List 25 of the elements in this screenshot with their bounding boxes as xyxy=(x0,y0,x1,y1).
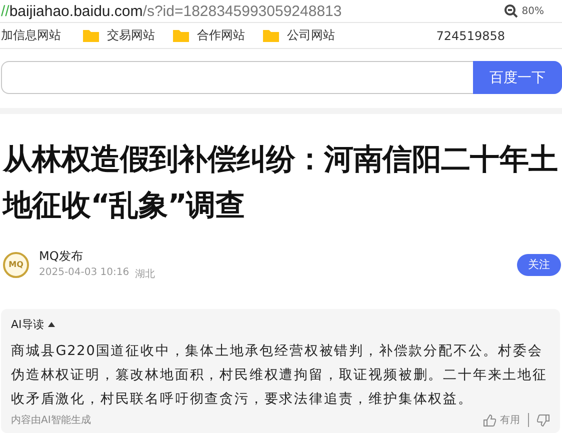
search-button[interactable]: 百度一下 xyxy=(473,61,562,94)
follow-button[interactable]: 关注 xyxy=(517,254,561,276)
publish-date: 2025-04-03 10:16 xyxy=(39,267,130,280)
bookmark-folder[interactable]: 交易网站 xyxy=(83,27,155,44)
zoom-icon[interactable] xyxy=(504,4,518,18)
folder-icon xyxy=(263,29,279,42)
bookmark-folder[interactable]: 公司网站 xyxy=(263,27,335,44)
author-name[interactable]: MQ发布 xyxy=(39,248,517,265)
thumbs-down-icon xyxy=(537,414,550,426)
bookmark-text: 724519858 xyxy=(436,28,505,43)
zoom-level: 80% xyxy=(522,6,544,17)
url-text[interactable]: //baijiahao.baidu.com/s?id=1828345993059248813 xyxy=(1,2,504,20)
article-title: 从林权造假到补偿纠纷：河南信阳二十年土地征收“乱象”调查 xyxy=(3,141,559,224)
bookmark-folder[interactable]: 合作网站 xyxy=(173,27,245,44)
location-text: 湖北 xyxy=(135,268,156,281)
summary-text: 商城县G220国道征收中，集体土地承包经营权被错判，补偿款分配不公。村委会伪造林权证明，篡改林地面积，村民维权遭拘留，取证视频被删。二十年来土地征收矛盾激化，村民联名呼吁彻查贪污，要求法律追责，维护集体权益。 xyxy=(11,342,548,409)
caret-icon[interactable] xyxy=(48,322,55,327)
folder-icon xyxy=(83,29,99,42)
ai-note: 内容由AI智能生成 xyxy=(11,414,91,427)
folder-icon xyxy=(173,29,189,42)
dislike-button[interactable] xyxy=(537,414,550,426)
search-field[interactable] xyxy=(1,61,473,94)
bookmark-link[interactable]: 加信息网站 xyxy=(1,27,61,44)
summary-heading: AI导读 xyxy=(11,317,44,332)
thumbs-up-icon xyxy=(483,414,496,426)
